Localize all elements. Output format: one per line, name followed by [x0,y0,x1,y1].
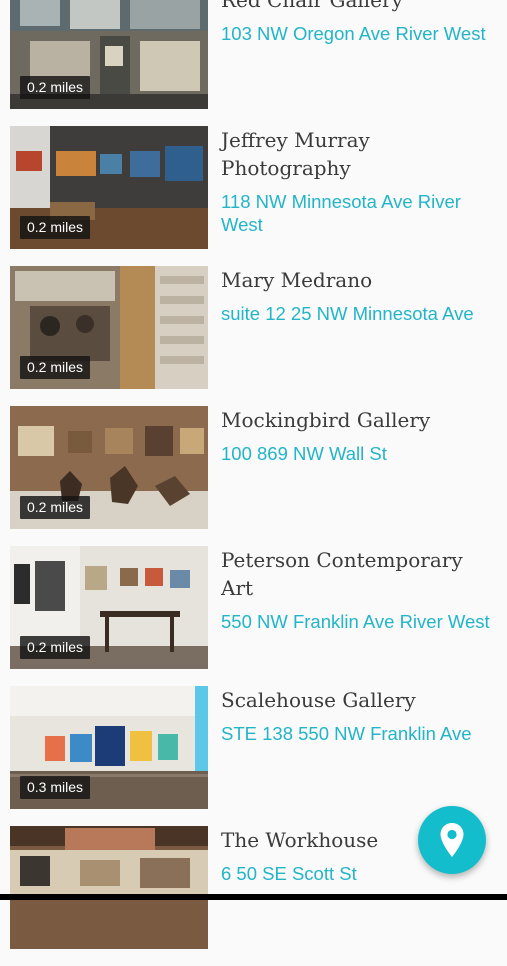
gallery-name: Mockingbird Gallery [221,408,431,432]
gallery-photo: 0.2 miles [10,0,208,109]
gallery-name: Scalehouse Gallery [221,688,416,712]
list-item[interactable]: 0.3 miles Scalehouse Gallery STE 138 550… [0,686,507,826]
map-button[interactable] [418,806,486,874]
gallery-photo: 0.2 miles [10,546,208,669]
list-item[interactable]: 0.2 miles Red Chair Gallery 103 NW Orego… [0,0,507,126]
distance-badge: 0.2 miles [20,496,91,519]
gallery-address[interactable]: STE 138 550 NW Franklin Ave [221,722,501,745]
list-item[interactable]: 0.2 miles Mockingbird Gallery 100 869 NW… [0,406,507,546]
gallery-address[interactable]: 118 NW Minnesota Ave River West [221,190,501,236]
gallery-name: Red Chair Gallery [221,0,403,12]
gallery-photo: 0.3 miles [10,686,208,809]
gallery-photo: 0.2 miles [10,266,208,389]
gallery-name: Mary Medrano [221,268,373,292]
gallery-name: Peterson Contemporary Art [221,548,463,600]
gallery-photo: 0.2 miles [10,126,208,249]
distance-badge: 0.3 miles [20,776,91,799]
list-item[interactable]: 0.2 miles Jeffrey Murray Photography 118… [0,126,507,266]
map-pin-icon [440,823,464,857]
gallery-name: Jeffrey Murray Photography [221,128,370,180]
gallery-address[interactable]: suite 12 25 NW Minnesota Ave [221,302,501,325]
distance-badge: 0.2 miles [20,216,91,239]
distance-badge: 0.2 miles [20,76,91,99]
list-item[interactable]: 0.2 miles Mary Medrano suite 12 25 NW Mi… [0,266,507,406]
gallery-address[interactable]: 100 869 NW Wall St [221,442,501,465]
gallery-address[interactable]: 550 NW Franklin Ave River West [221,610,501,633]
system-navigation-bar [0,894,507,900]
distance-badge: 0.2 miles [20,356,91,379]
distance-badge: 0.2 miles [20,636,91,659]
list-item[interactable]: 0.2 miles Peterson Contemporary Art 550 … [0,546,507,686]
gallery-photo: 0.2 miles [10,406,208,529]
gallery-photo [10,826,208,949]
gallery-address[interactable]: 103 NW Oregon Ave River West [221,22,501,45]
